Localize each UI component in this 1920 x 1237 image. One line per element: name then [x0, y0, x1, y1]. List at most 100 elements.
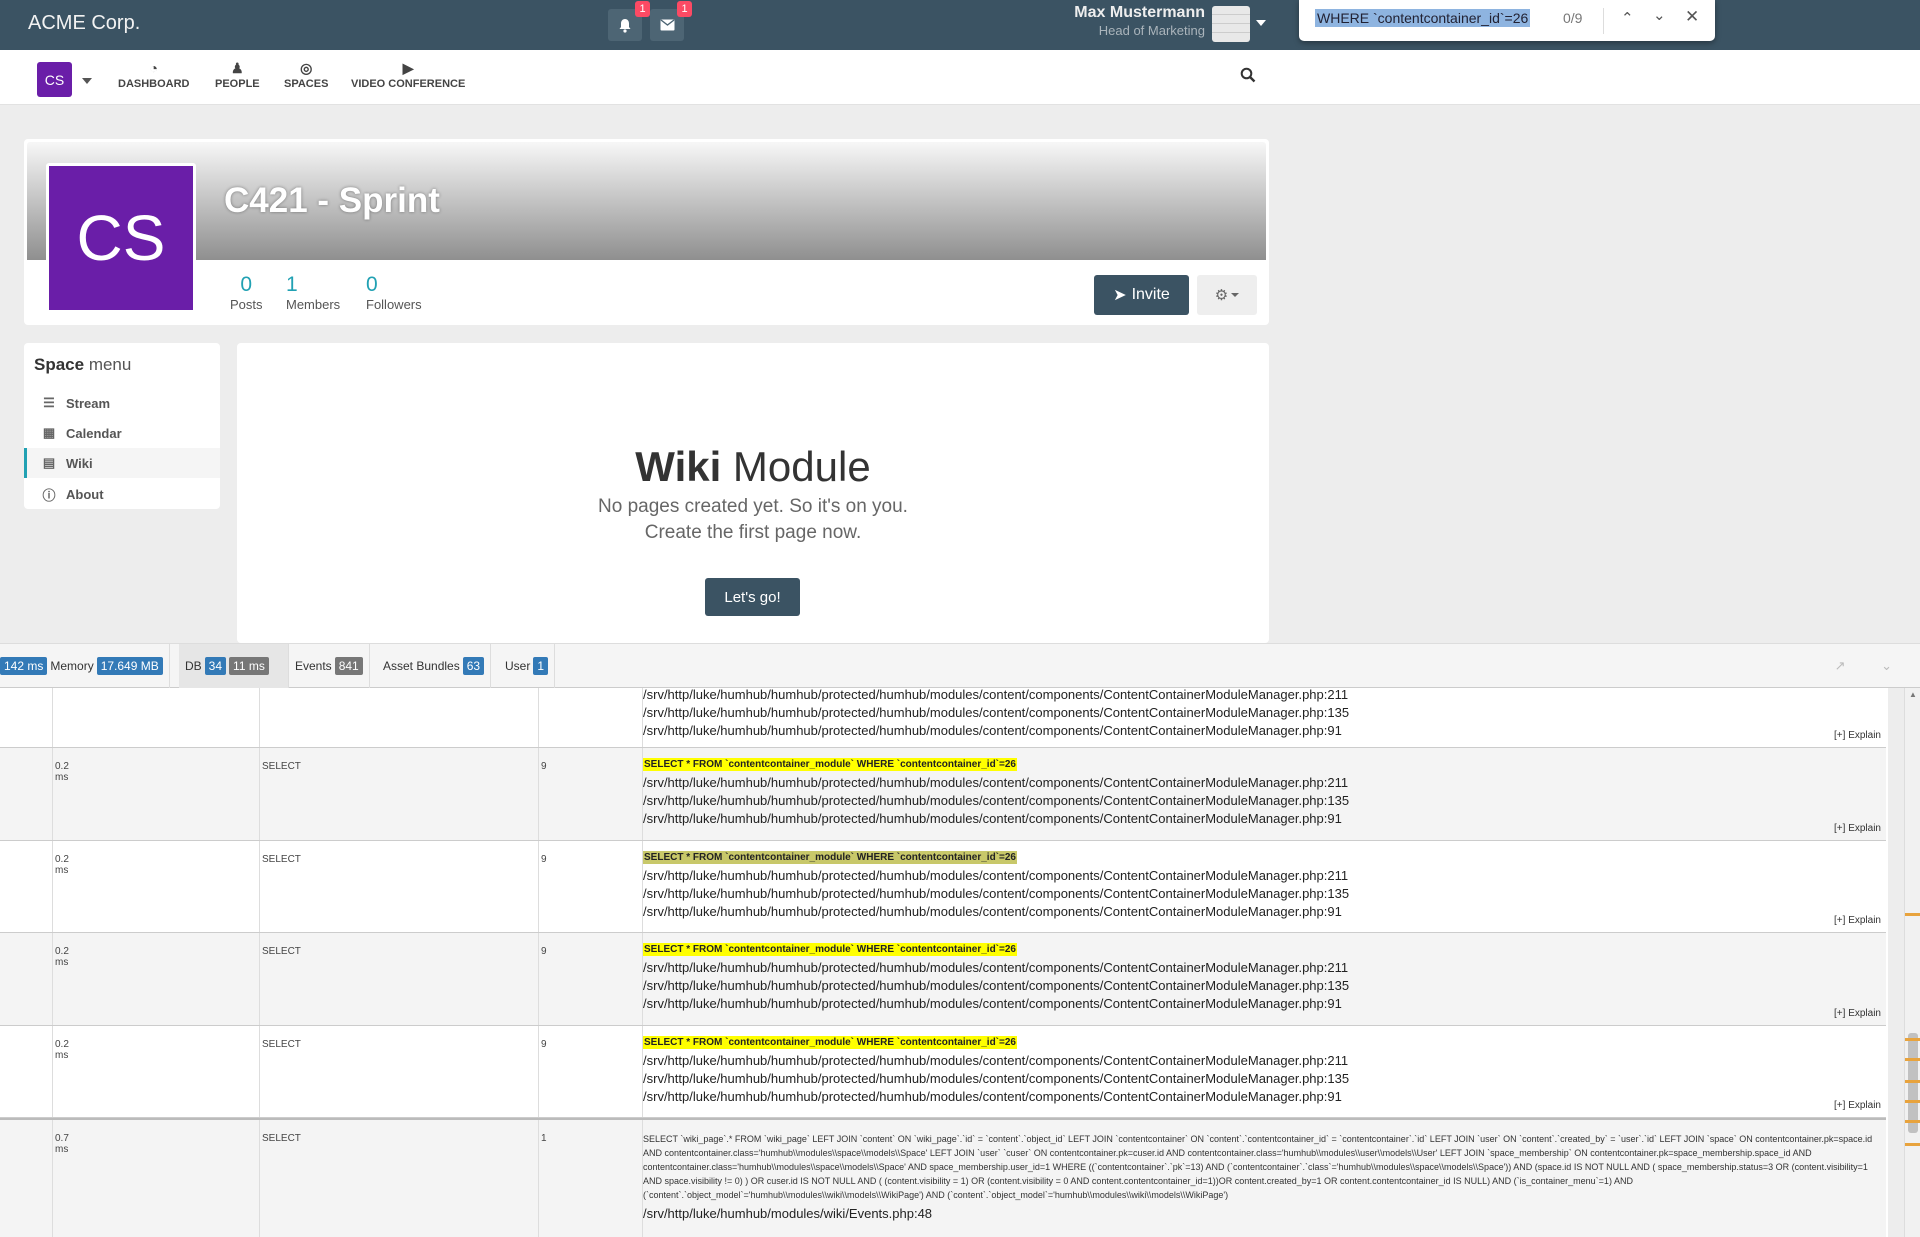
debug-actions: ↗ ⌄ — [1835, 658, 1892, 674]
table-row: 0.2 ms SELECT 9 SELECT * FROM `contentco… — [0, 841, 1886, 933]
table-row: 0.7 ms SELECT 1 SELECT `wiki_page`.* FRO… — [0, 1118, 1886, 1237]
find-bar: WHERE `contentcontainer_id`=26 0/9 ⌃ ⌄ ✕ — [1299, 0, 1715, 41]
space-menu-calendar[interactable]: ▦ Calendar — [24, 418, 220, 448]
nav-dashboard-label: DASHBOARD — [118, 78, 190, 90]
wiki-empty-text: No pages created yet. So it's on you. — [598, 496, 908, 517]
query-count: 9 — [541, 854, 547, 865]
explain-link[interactable]: [+] Explain — [1834, 1100, 1881, 1111]
chevron-down-icon[interactable]: ⌄ — [1881, 658, 1892, 673]
spaces-icon: ◎ — [300, 60, 313, 76]
query-sql: SELECT * FROM `contentcontainer_module` … — [643, 758, 1017, 771]
debug-db-count: 34 — [204, 657, 227, 675]
space-menu-label: About — [66, 486, 104, 502]
close-icon[interactable]: ✕ — [1685, 7, 1699, 27]
table-row: /srv/http/luke/humhub/humhub/protected/h… — [0, 688, 1886, 748]
query-sql: SELECT * FROM `contentcontainer_module` … — [643, 1036, 1017, 1049]
stat-members[interactable]: 1 Members — [286, 273, 340, 312]
debug-asset-bundles[interactable]: Asset Bundles 63 — [377, 644, 492, 688]
trace-line: /srv/http/luke/humhub/humhub/protected/h… — [643, 688, 1349, 702]
explain-link[interactable]: [+] Explain — [1834, 730, 1881, 741]
space-menu-about[interactable]: ⓘ About — [24, 479, 220, 509]
external-link-icon[interactable]: ↗ — [1835, 658, 1846, 673]
explain-link[interactable]: [+] Explain — [1834, 1008, 1881, 1019]
explain-link[interactable]: [+] Explain — [1834, 823, 1881, 834]
explain-link[interactable]: [+] Explain — [1834, 915, 1881, 926]
space-banner — [27, 142, 1266, 260]
brand-logo[interactable]: ACME Corp. — [28, 12, 140, 35]
debug-assets-count: 63 — [462, 657, 485, 675]
match-marker — [1905, 1100, 1920, 1103]
gear-icon: ⚙ — [1214, 287, 1229, 304]
query-sql: SELECT * FROM `contentcontainer_module` … — [643, 851, 1017, 864]
notifications-button[interactable]: 1 — [608, 1, 650, 41]
query-duration: 0.7 ms — [55, 1133, 69, 1155]
people-icon: ♟ — [231, 60, 244, 76]
trace-line: /srv/http/luke/humhub/humhub/protected/h… — [643, 811, 1342, 826]
query-list-scrollbar[interactable]: ▲ — [1904, 688, 1920, 1237]
query-type: SELECT — [262, 1133, 301, 1144]
stat-value: 0 — [240, 273, 253, 296]
stat-value: 0 — [366, 273, 378, 296]
messages-button[interactable]: 1 — [650, 1, 692, 41]
trace-line: /srv/http/luke/humhub/humhub/protected/h… — [643, 1071, 1350, 1086]
debug-user-label: User — [505, 659, 531, 673]
query-duration: 0.2 ms — [55, 946, 69, 968]
lets-go-button[interactable]: Let's go! — [705, 578, 800, 616]
debug-time[interactable]: 142 ms Memory 17.649 MB — [0, 644, 170, 688]
stat-label: Posts — [230, 297, 263, 312]
query-count: 9 — [541, 1039, 547, 1050]
caret-down-icon — [1231, 293, 1240, 297]
find-input[interactable]: WHERE `contentcontainer_id`=26 — [1315, 9, 1531, 27]
debug-events[interactable]: Events 841 — [289, 644, 370, 688]
trace-line: /srv/http/luke/humhub/humhub/protected/h… — [643, 705, 1350, 720]
dashboard-icon: ◔ — [149, 60, 158, 76]
trace-line: /srv/http/luke/humhub/humhub/protected/h… — [643, 1053, 1349, 1068]
nav-dashboard[interactable]: ◔ DASHBOARD — [118, 60, 190, 90]
space-menu-label: Calendar — [66, 425, 122, 441]
debug-events-count: 841 — [334, 657, 363, 675]
caret-down-icon[interactable] — [1256, 20, 1266, 26]
space-menu-stream[interactable]: ☰ Stream — [24, 388, 220, 418]
space-avatar[interactable]: CS — [46, 163, 196, 313]
caret-down-icon[interactable] — [82, 78, 92, 84]
space-settings-button[interactable]: ⚙ — [1197, 275, 1257, 315]
info-icon: ⓘ — [42, 487, 56, 503]
chevron-up-icon[interactable]: ⌃ — [1621, 9, 1634, 27]
user-name: Max Mustermann — [1074, 4, 1205, 21]
table-row: 0.2 ms SELECT 9 SELECT * FROM `contentco… — [0, 748, 1886, 841]
query-sql: SELECT `wiki_page`.* FROM `wiki_page` LE… — [643, 1134, 1873, 1200]
chevron-down-icon[interactable]: ⌄ — [1653, 6, 1666, 24]
debug-user[interactable]: User 1 — [499, 644, 556, 688]
video-icon: ▶ — [402, 60, 414, 76]
space-menu-wiki[interactable]: ▤ Wiki — [24, 448, 220, 478]
trace-line: /srv/http/luke/humhub/humhub/protected/h… — [643, 886, 1350, 901]
invite-button[interactable]: ➤ Invite — [1094, 275, 1189, 315]
wiki-heading: Wiki Module — [635, 443, 871, 490]
debug-memory-value: 17.649 MB — [96, 657, 163, 675]
query-duration: 0.2 ms — [55, 761, 69, 783]
scroll-up-icon[interactable]: ▲ — [1909, 690, 1917, 699]
stat-followers[interactable]: 0 Followers — [366, 273, 422, 312]
space-chooser[interactable]: CS — [37, 62, 72, 97]
nav-spaces[interactable]: ◎ SPACES — [284, 60, 328, 90]
nav-people[interactable]: ♟ PEOPLE — [215, 60, 260, 90]
wiki-empty-hint: Create the first page now. — [644, 522, 862, 543]
debug-user-count: 1 — [533, 657, 549, 675]
find-separator — [1603, 8, 1604, 34]
user-menu[interactable]: Max Mustermann Head of Marketing — [1074, 4, 1205, 38]
space-header: CS C421 - Sprint 0 Posts 1 Members 0 Fol… — [24, 139, 1269, 325]
trace-line: /srv/http/luke/humhub/humhub/protected/h… — [643, 775, 1349, 790]
space-menu-label: Wiki — [66, 455, 93, 471]
trace-line: /srv/http/luke/humhub/humhub/protected/h… — [643, 996, 1342, 1011]
search-icon[interactable] — [1240, 67, 1256, 83]
user-avatar[interactable] — [1212, 6, 1250, 42]
debug-db[interactable]: DB 34 11 ms — [179, 644, 289, 688]
scrollbar-thumb[interactable] — [1908, 1033, 1918, 1133]
nav-video-conference[interactable]: ▶ VIDEO CONFERENCE — [351, 60, 465, 90]
stat-posts[interactable]: 0 Posts — [230, 273, 263, 312]
invite-label: Invite — [1131, 286, 1170, 303]
query-count: 1 — [541, 1133, 547, 1144]
messages-badge: 1 — [677, 1, 692, 17]
trace-line: /srv/http/luke/humhub/humhub/protected/h… — [643, 960, 1349, 975]
debug-time-value: 142 ms — [0, 657, 48, 675]
